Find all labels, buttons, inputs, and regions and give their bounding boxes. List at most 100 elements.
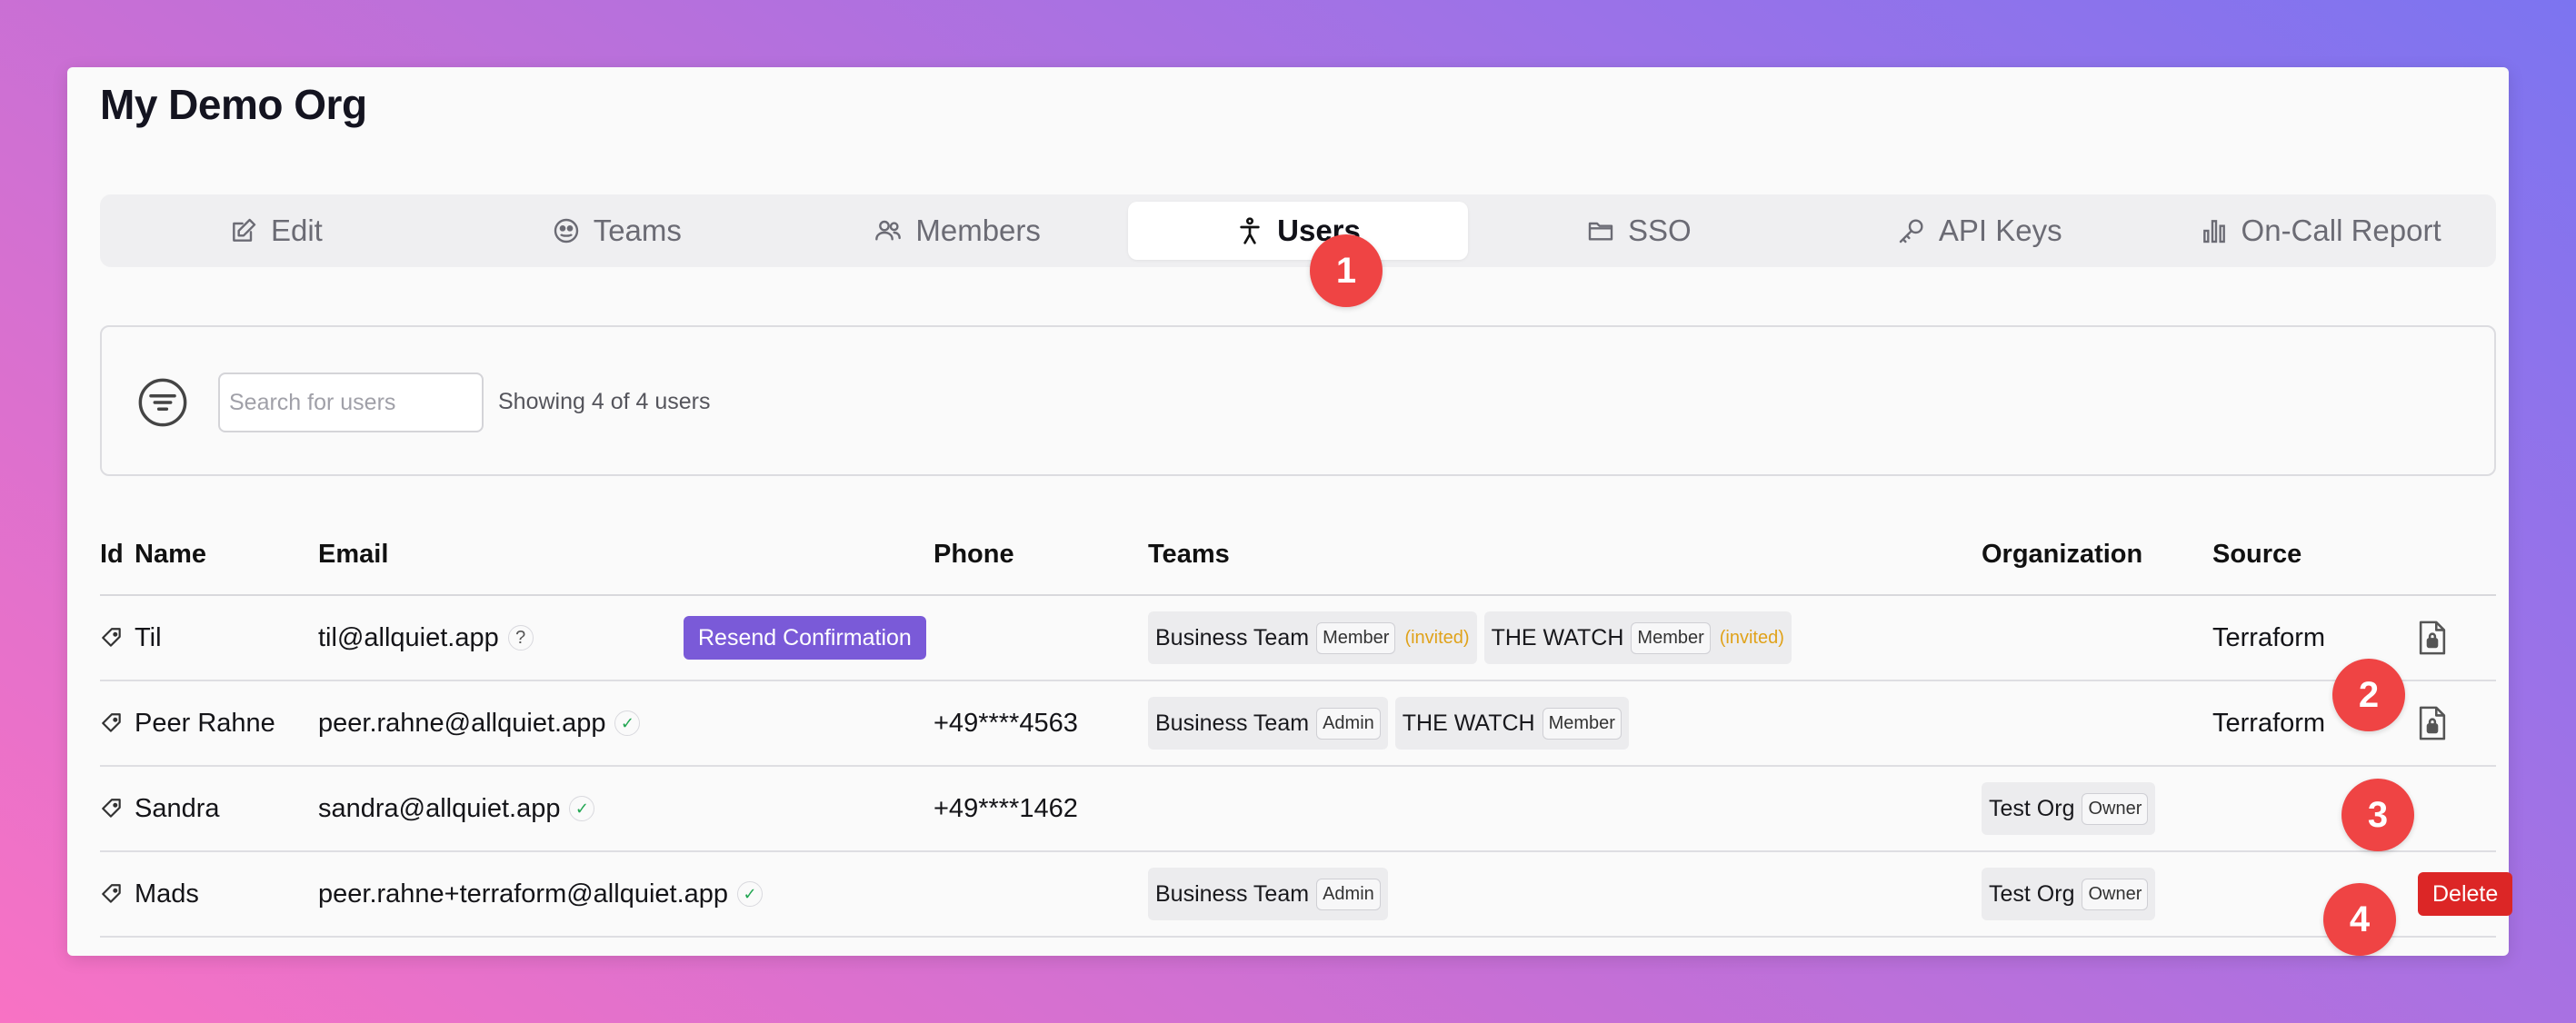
role-badge: Member [1316,621,1396,654]
table-row[interactable]: Mads peer.rahne+terraform@allquiet.app ✓… [100,852,2513,938]
tag-icon[interactable] [100,711,124,735]
id-cell [100,852,124,936]
teams-cell: Business Team Member (invited) THE WATCH… [1148,596,1799,680]
team-pill: Business Team Admin [1148,868,1388,920]
filter-icon[interactable] [136,376,189,429]
key-icon [1899,219,1923,243]
role-badge: Admin [1316,707,1381,740]
verified-check-icon: ✓ [614,710,641,736]
column-header-source: Source [2212,540,2302,569]
doc-cell [2416,681,2449,765]
tab-api-keys[interactable]: API Keys [1809,202,2150,260]
document-lock-icon[interactable] [2416,705,2449,741]
name-cell: Sandra [135,793,220,823]
tab-edit[interactable]: Edit [105,202,446,260]
phone-cell: +49****4563 [934,708,1078,738]
search-input[interactable] [218,372,484,432]
role-badge: Member [1542,707,1622,740]
teams-cell: Business Team Admin THE WATCH Member [1148,681,1636,765]
column-header-teams: Teams [1148,540,1230,569]
name-cell: Peer Rahne [135,708,275,738]
role-badge: Owner [2082,878,2149,910]
tab-bar: Edit Teams Members Users SSO API Keys On… [100,194,2496,267]
annotation-badge-4: 4 [2323,883,2396,956]
team-pill: THE WATCH Member [1394,697,1629,750]
tag-icon[interactable] [100,797,124,820]
filter-panel: Showing 4 of 4 users [100,325,2496,476]
doc-cell [2416,596,2449,680]
tab-users[interactable]: Users [1127,202,1469,260]
team-name: Business Team [1155,710,1310,736]
resend-confirmation-button[interactable]: Resend Confirmation [684,616,926,660]
delete-cell: Delete [2418,852,2513,936]
name-cell: Mads [135,879,199,909]
team-pill: Business Team Admin [1148,697,1388,750]
org-name: Test Org [1989,880,2075,907]
team-name: Business Team [1155,880,1310,907]
id-cell [100,596,124,680]
column-header-name: Name [135,540,206,569]
id-cell [100,681,124,765]
table-row[interactable]: Til til@allquiet.app ? Resend Confirmati… [100,596,2496,681]
annotation-badge-1: 1 [1310,234,1383,307]
email-cell: peer.rahne@allquiet.app ✓ [318,681,641,765]
column-header-id: Id [100,540,124,569]
table-row[interactable]: Sandra sandra@allquiet.app ✓ +49****1462… [100,767,2496,852]
table-row[interactable]: Peer Rahne peer.rahne@allquiet.app ✓ +49… [100,681,2496,767]
page-title: My Demo Org [100,81,367,128]
bar-chart-icon [2202,220,2225,243]
tag-icon[interactable] [100,626,124,650]
tab-label: API Keys [1938,214,2062,247]
column-header-email: Email [318,540,389,569]
org-name: Test Org [1989,795,2075,821]
invited-status: (invited) [1404,627,1470,648]
verified-check-icon: ✓ [569,796,595,821]
tab-label: Edit [270,214,323,247]
invited-status: (invited) [1719,627,1784,648]
teams-cell: Business Team Admin [1148,852,1395,936]
email-cell: sandra@allquiet.app ✓ [318,767,595,850]
edit-icon [233,218,256,242]
annotation-badge-2: 2 [2332,659,2405,731]
organization-cell: Test Org Owner [1982,852,2162,936]
tab-teams[interactable]: Teams [446,202,787,260]
role-badge: Admin [1316,878,1381,910]
org-pill: Test Org Owner [1982,868,2156,920]
name-cell: Til [135,622,162,652]
email-text: sandra@allquiet.app [318,793,561,823]
tab-label: On-Call Report [2241,214,2441,247]
teams-icon [554,218,578,243]
role-badge: Member [1631,621,1711,654]
annotation-badge-3: 3 [2341,779,2414,851]
column-header-organization: Organization [1982,540,2143,569]
column-header-phone: Phone [934,540,1014,569]
delete-button[interactable]: Delete [2418,872,2513,916]
tab-label: SSO [1628,214,1692,247]
team-pill: Business Team Member (invited) [1148,611,1477,664]
email-text: peer.rahne+terraform@allquiet.app [318,879,729,909]
tab-sso[interactable]: SSO [1468,202,1809,260]
source-cell: Terraform [2212,708,2326,738]
unverified-icon: ? [507,625,534,651]
user-icon [1240,217,1260,244]
email-text: peer.rahne@allquiet.app [318,708,606,738]
role-badge: Owner [2082,792,2149,825]
result-count: Showing 4 of 4 users [498,389,711,414]
phone-cell: +49****1462 [934,793,1078,823]
email-cell: peer.rahne+terraform@allquiet.app ✓ [318,852,764,936]
team-name: THE WATCH [1402,710,1535,736]
org-settings-card: My Demo Org Edit Teams Members Users SSO… [67,67,2513,956]
tab-label: Members [915,214,1041,247]
tab-members[interactable]: Members [787,202,1128,260]
document-lock-icon[interactable] [2416,620,2449,656]
org-pill: Test Org Owner [1982,782,2156,835]
tag-icon[interactable] [100,882,124,906]
action-cell: Resend Confirmation [684,596,926,680]
organization-cell: Test Org Owner [1982,767,2162,850]
tab-label: Teams [593,214,682,247]
source-cell: Terraform [2212,622,2326,652]
tab-on-call-report[interactable]: On-Call Report [2150,202,2491,260]
members-icon [875,220,902,241]
team-name: THE WATCH [1491,624,1624,651]
email-cell: til@allquiet.app ? [318,596,534,680]
